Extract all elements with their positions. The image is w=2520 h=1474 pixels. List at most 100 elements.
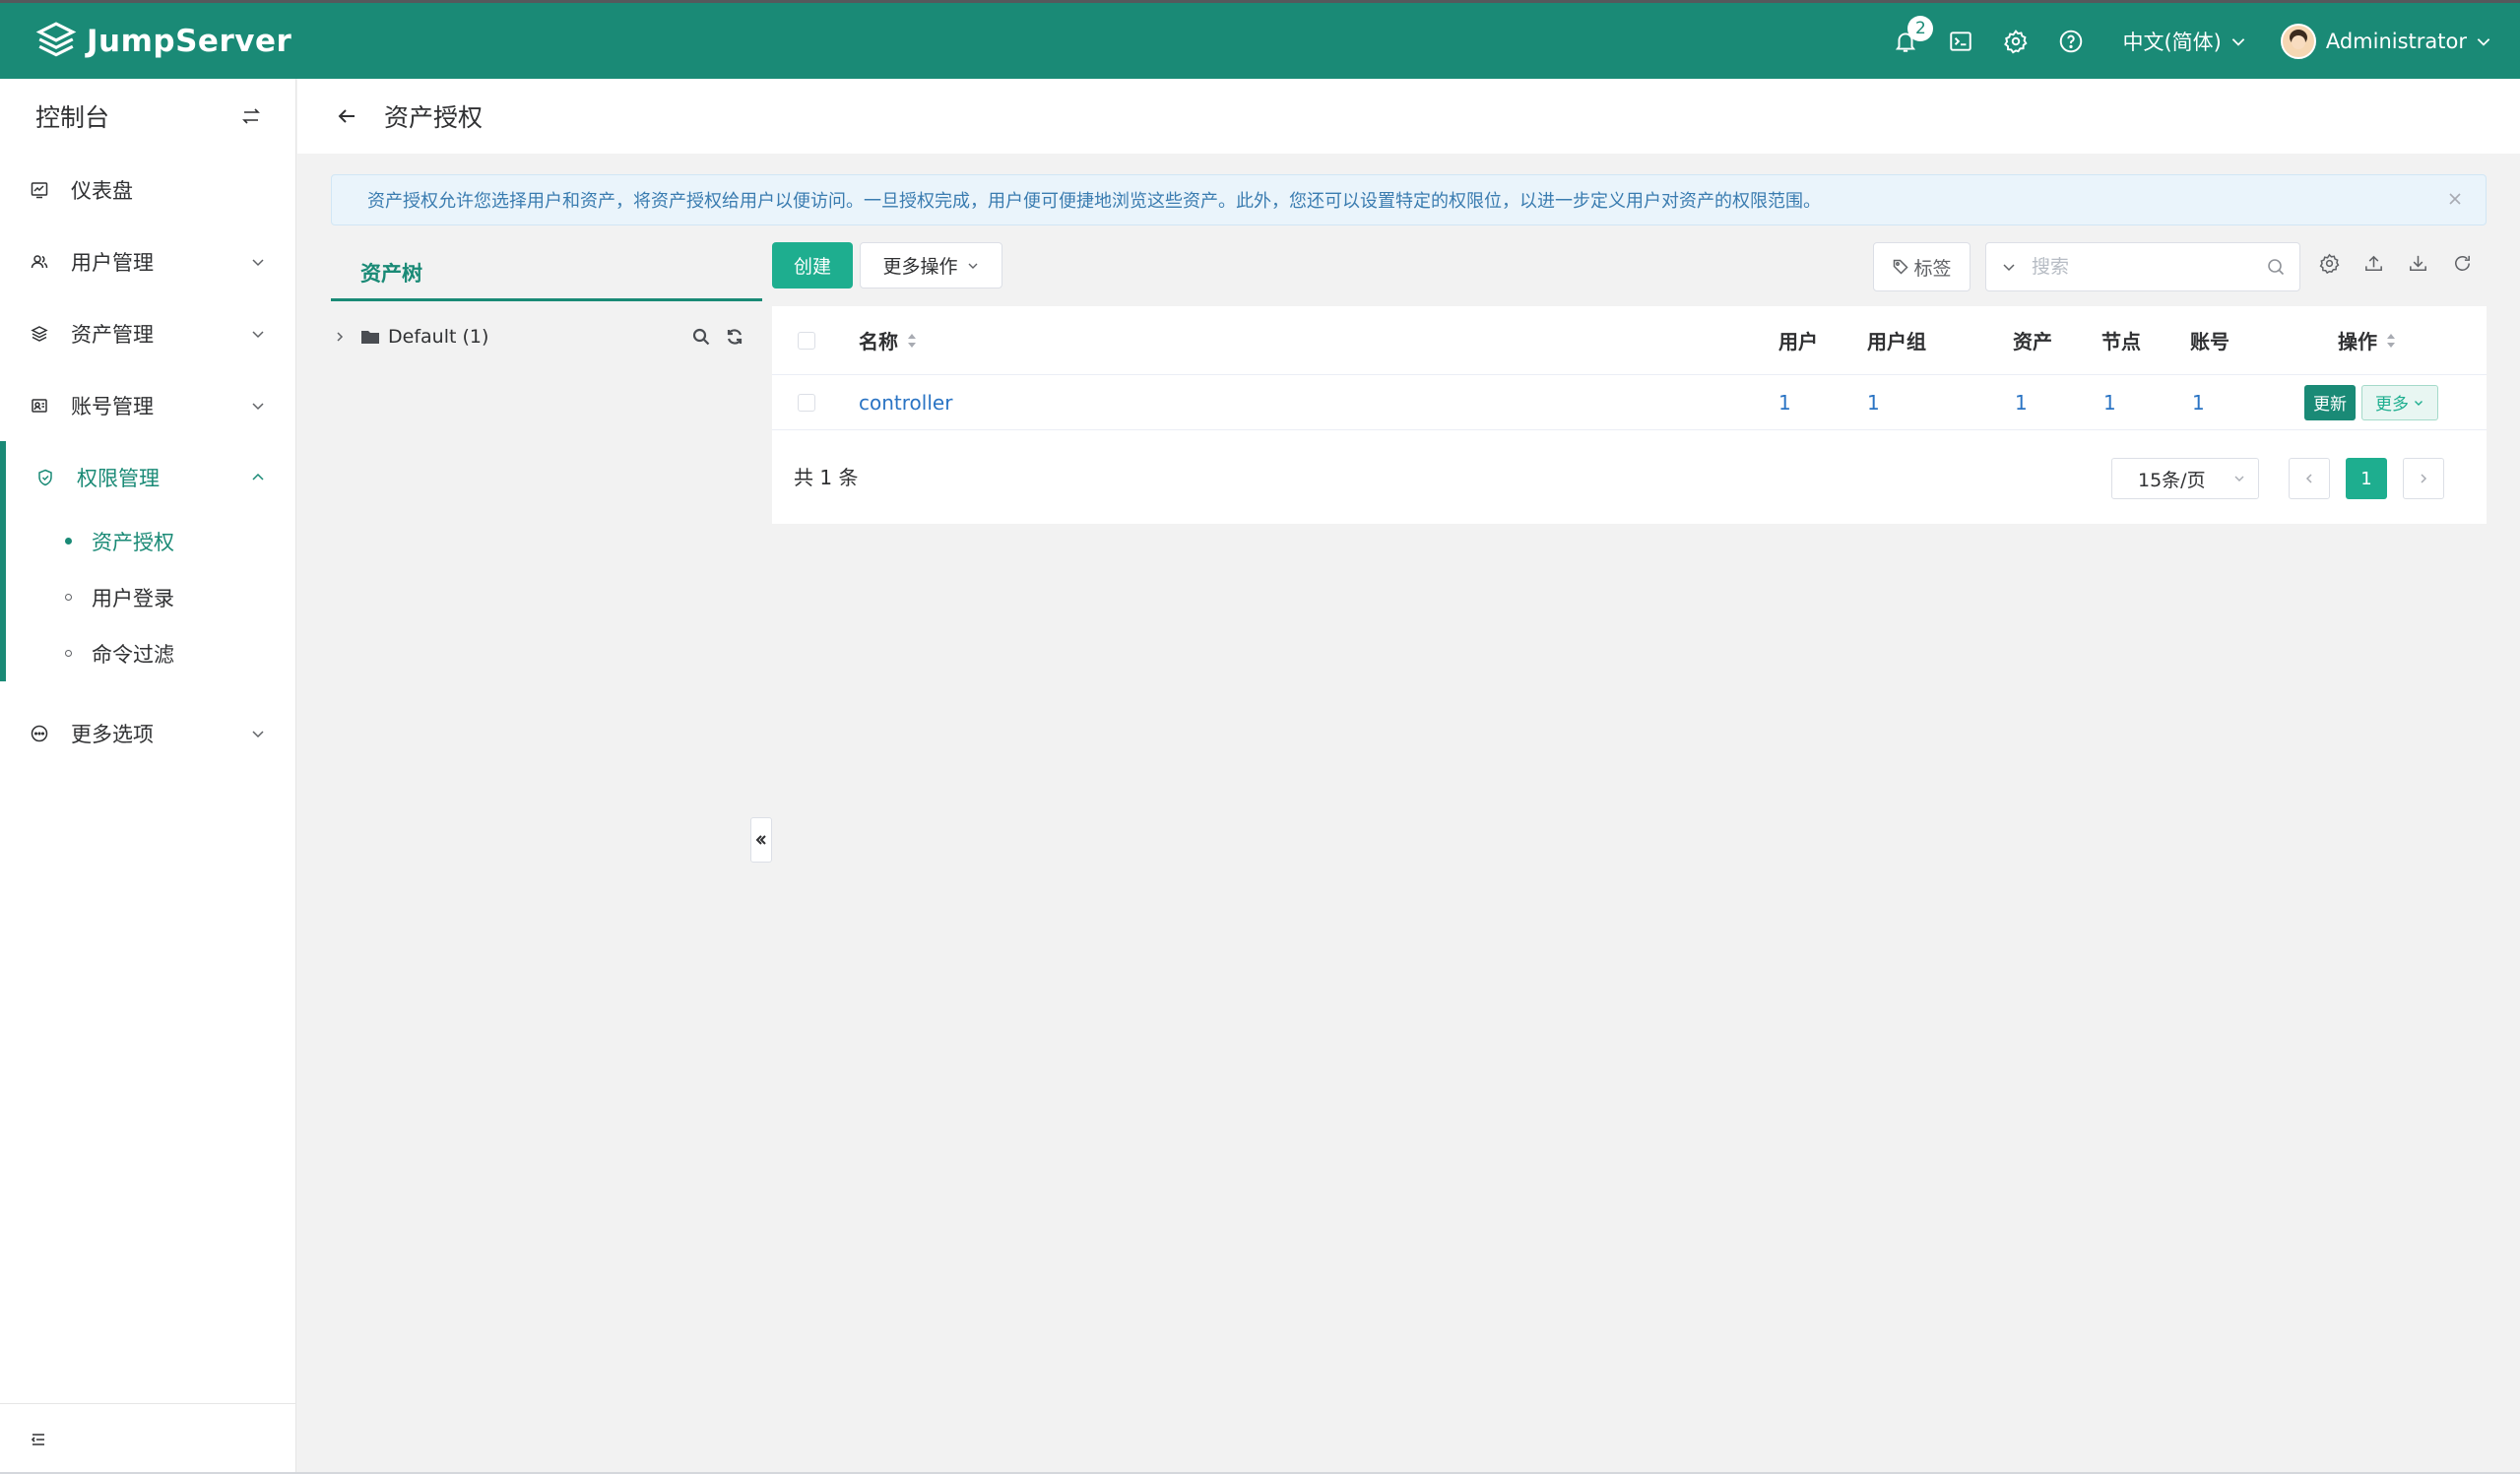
sidebar-item-asset-management[interactable]: 资产管理 <box>0 297 295 369</box>
chevron-down-icon <box>2415 400 2423 406</box>
notifications-button[interactable]: 2 <box>1878 14 1934 69</box>
select-all-checkbox[interactable] <box>798 331 815 350</box>
help-circle-icon <box>2060 30 2083 52</box>
download-icon[interactable] <box>2407 252 2429 275</box>
tag-button-label: 标签 <box>1913 257 1952 280</box>
sidebar-subitem-user-login[interactable]: 用户登录 <box>6 569 295 625</box>
page-number-button[interactable]: 1 <box>2346 458 2387 499</box>
sidebar-collapse-toggle[interactable] <box>0 1403 295 1474</box>
search-icon[interactable] <box>691 327 711 347</box>
next-page-button[interactable] <box>2403 458 2444 499</box>
row-more-dropdown[interactable]: 更多 <box>2361 384 2438 420</box>
column-header-user-groups: 用户组 <box>1867 306 1926 374</box>
cell-nodes-count[interactable]: 1 <box>2103 375 2116 429</box>
more-options-icon <box>31 725 48 741</box>
sidebar-subitem-label: 命令过滤 <box>92 642 174 667</box>
page-size-label: 15条/页 <box>2138 469 2206 491</box>
search-input[interactable] <box>2032 256 2248 278</box>
switch-view-icon[interactable] <box>240 105 262 127</box>
tag-filter-button[interactable]: 标签 <box>1873 242 1971 291</box>
column-header-name[interactable]: 名称 <box>859 306 918 374</box>
column-header-label: 资产 <box>2013 330 2052 353</box>
refresh-icon[interactable] <box>2451 252 2474 275</box>
chevron-left-icon <box>2305 474 2312 483</box>
info-alert: 资产授权允许您选择用户和资产，将资产授权给用户以便访问。一旦授权完成，用户便可便… <box>331 174 2487 225</box>
cell-value: 1 <box>1867 390 1880 415</box>
refresh-icon[interactable] <box>725 327 744 347</box>
cell-accounts-count[interactable]: 1 <box>2192 375 2205 429</box>
brand-logo[interactable]: JumpServer <box>35 21 291 62</box>
language-selector[interactable]: 中文(简体) <box>2122 27 2246 56</box>
back-arrow-icon[interactable] <box>335 104 358 128</box>
cell-users-count[interactable]: 1 <box>1778 375 1791 429</box>
table-header-row: 名称 用户 用户组 资产 节点 账号 操作 <box>772 306 2487 375</box>
bullet-dot-icon <box>65 538 72 545</box>
close-icon[interactable] <box>2446 190 2464 208</box>
sidebar-header: 控制台 <box>0 79 295 154</box>
chevron-down-icon[interactable] <box>2000 258 2018 276</box>
page-header: 资产授权 <box>297 79 2520 154</box>
sidebar-item-dashboard[interactable]: 仪表盘 <box>0 154 295 225</box>
column-header-label: 用户 <box>1778 330 1818 353</box>
language-label: 中文(简体) <box>2122 30 2222 54</box>
sidebar-item-more-options[interactable]: 更多选项 <box>0 697 295 769</box>
double-chevron-left-icon <box>755 835 766 845</box>
column-header-label: 账号 <box>2190 330 2229 353</box>
page-size-select[interactable]: 15条/页 <box>2111 458 2259 499</box>
user-menu[interactable]: Administrator <box>2280 23 2492 59</box>
cell-value: 1 <box>2192 390 2205 415</box>
permission-table: 名称 用户 用户组 资产 节点 账号 操作 controller 1 1 1 1… <box>772 306 2487 524</box>
column-header-actions[interactable]: 操作 <box>2338 306 2397 374</box>
sidebar-item-account-management[interactable]: 账号管理 <box>0 369 295 441</box>
update-button[interactable]: 更新 <box>2304 384 2356 420</box>
row-checkbox[interactable] <box>798 393 815 412</box>
jumpserver-logo-icon <box>35 21 77 56</box>
chevron-down-icon <box>252 330 264 338</box>
chevron-down-icon <box>252 730 264 737</box>
tab-asset-tree[interactable]: 资产树 <box>331 246 762 301</box>
column-header-label: 用户组 <box>1867 330 1926 353</box>
chevron-right-icon[interactable] <box>333 330 347 344</box>
more-actions-label: 更多操作 <box>882 256 958 278</box>
chevron-down-icon <box>252 258 264 266</box>
web-terminal-button[interactable] <box>1933 14 1988 69</box>
create-button[interactable]: 创建 <box>772 242 853 288</box>
prev-page-button[interactable] <box>2289 458 2330 499</box>
upload-icon[interactable] <box>2362 252 2385 275</box>
sort-icon[interactable] <box>2385 332 2397 350</box>
search-field[interactable] <box>1985 242 2300 291</box>
column-header-label: 操作 <box>2338 330 2377 353</box>
column-header-accounts: 账号 <box>2190 306 2229 374</box>
chevron-down-icon <box>968 263 977 269</box>
sidebar-subitem-command-filter[interactable]: 命令过滤 <box>6 625 295 681</box>
tree-collapse-handle[interactable] <box>750 817 772 863</box>
sidebar-item-label: 账号管理 <box>71 394 154 418</box>
console-title: 控制台 <box>35 103 110 132</box>
chevron-down-icon <box>252 402 264 410</box>
permission-name-link[interactable]: controller <box>859 375 952 429</box>
settings-button[interactable] <box>1988 14 2043 69</box>
more-actions-dropdown[interactable]: 更多操作 <box>860 242 1002 288</box>
column-header-assets: 资产 <box>2013 306 2052 374</box>
column-header-label: 节点 <box>2101 330 2141 353</box>
sidebar-item-permission-management[interactable]: 权限管理 <box>6 441 295 513</box>
cell-user-groups-count[interactable]: 1 <box>1867 375 1880 429</box>
tab-label: 资产树 <box>360 261 422 286</box>
sidebar-item-user-management[interactable]: 用户管理 <box>0 225 295 297</box>
help-button[interactable] <box>2043 14 2099 69</box>
tag-icon <box>1894 259 1909 275</box>
table-settings-gear-icon[interactable] <box>2318 252 2341 275</box>
shield-icon <box>38 469 52 485</box>
sort-icon[interactable] <box>906 332 918 350</box>
bullet-dot-icon <box>65 650 72 657</box>
cell-assets-count[interactable]: 1 <box>2015 375 2028 429</box>
cell-value: 1 <box>2103 390 2116 415</box>
sidebar-subitem-asset-permission[interactable]: 资产授权 <box>6 513 295 569</box>
sidebar-subitem-label: 资产授权 <box>92 530 174 554</box>
terminal-icon <box>1950 31 1972 51</box>
tree-node-default[interactable]: Default (1) <box>331 317 762 356</box>
update-button-label: 更新 <box>2313 395 2347 415</box>
gear-icon <box>2004 29 2029 53</box>
sidebar-subitem-label: 用户登录 <box>92 586 174 610</box>
search-icon[interactable] <box>2266 257 2286 277</box>
